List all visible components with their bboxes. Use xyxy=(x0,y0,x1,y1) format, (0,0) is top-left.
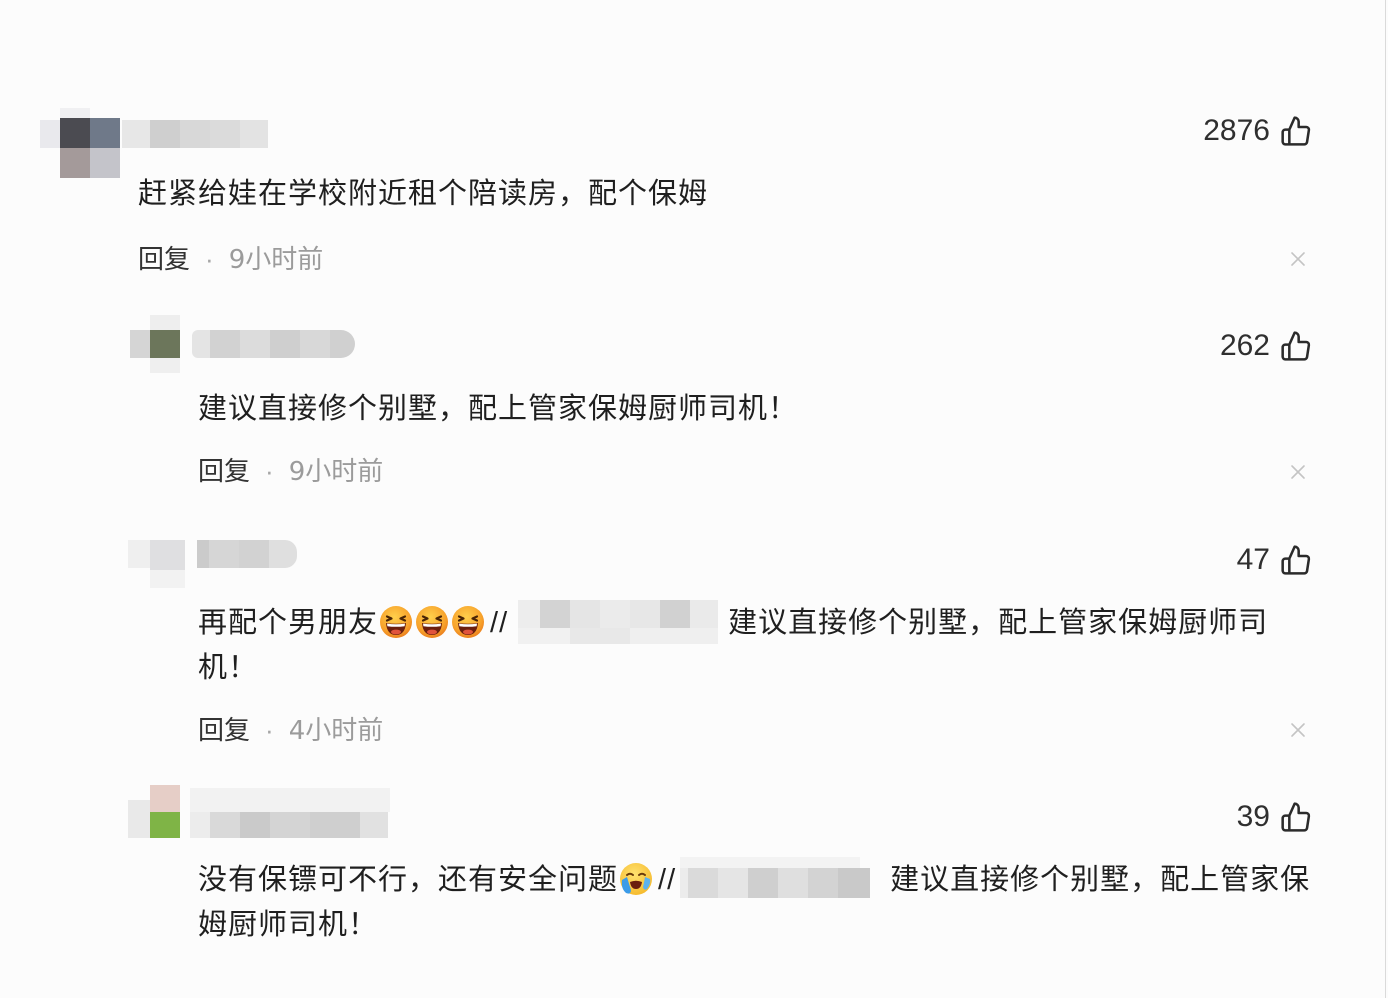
comment-text: 建议直接修个别墅，配上管家保姆厨师司机！ xyxy=(198,391,799,425)
repost-separator: // xyxy=(490,607,509,639)
meta-separator: · xyxy=(205,244,214,274)
meta-separator: · xyxy=(265,715,274,745)
username-blurred[interactable] xyxy=(192,330,355,358)
comment-text: 再配个男朋友//建议直接修个别墅，配上管家保姆厨师司机！ xyxy=(198,600,1320,689)
thumbs-up-icon[interactable] xyxy=(1280,330,1312,362)
comment-meta: 回复 · 4小时前 xyxy=(198,712,383,748)
comment-text-main: 再配个男朋友 xyxy=(198,605,379,639)
username-blurred[interactable] xyxy=(122,120,268,148)
avatar[interactable] xyxy=(126,784,182,840)
like-count: 47 xyxy=(1236,543,1270,576)
reply-button[interactable]: 回复 xyxy=(198,457,250,487)
close-icon[interactable] xyxy=(1289,250,1307,268)
close-icon[interactable] xyxy=(1289,721,1307,739)
like-button[interactable]: 262 xyxy=(1220,328,1312,364)
panel-edge xyxy=(1385,0,1386,998)
reply-button[interactable]: 回复 xyxy=(198,716,250,746)
comment-text-main: 没有保镖可不行，还有安全问题 xyxy=(198,862,619,896)
avatar[interactable] xyxy=(128,315,182,375)
timestamp: 9小时前 xyxy=(228,245,324,275)
like-button[interactable]: 2876 xyxy=(1203,113,1312,149)
thumbs-up-icon[interactable] xyxy=(1280,801,1312,833)
avatar[interactable] xyxy=(125,537,187,589)
username-blurred[interactable] xyxy=(197,540,297,568)
meta-separator: · xyxy=(265,456,274,486)
comment-text: 赶紧给娃在学校附近租个陪读房，配个保姆 xyxy=(138,176,709,210)
thumbs-up-icon[interactable] xyxy=(1280,544,1312,576)
timestamp: 4小时前 xyxy=(288,716,384,746)
laughing-emoji-icon xyxy=(451,605,485,639)
username-blurred[interactable] xyxy=(190,788,390,840)
like-button[interactable]: 39 xyxy=(1237,799,1312,835)
comment-meta: 回复 · 9小时前 xyxy=(198,453,383,489)
mention-blurred[interactable] xyxy=(680,857,871,901)
timestamp: 9小时前 xyxy=(288,457,384,487)
tearful-emoji-icon xyxy=(619,862,653,896)
comment-text: 没有保镖可不行，还有安全问题//建议直接修个别墅，配上管家保姆厨师司机！ xyxy=(198,857,1320,946)
like-count: 2876 xyxy=(1203,114,1270,147)
avatar[interactable] xyxy=(40,108,120,180)
repost-separator: // xyxy=(658,864,677,896)
like-count: 39 xyxy=(1236,800,1270,833)
laughing-emoji-icon xyxy=(379,605,413,639)
like-button[interactable]: 47 xyxy=(1237,542,1312,578)
close-icon[interactable] xyxy=(1289,463,1307,481)
comment-meta: 回复 · 9小时前 xyxy=(138,241,323,277)
laughing-emoji-icon xyxy=(415,605,449,639)
reply-button[interactable]: 回复 xyxy=(138,245,190,275)
mention-blurred[interactable] xyxy=(518,600,719,644)
like-count: 262 xyxy=(1219,329,1270,362)
thumbs-up-icon[interactable] xyxy=(1280,115,1312,147)
